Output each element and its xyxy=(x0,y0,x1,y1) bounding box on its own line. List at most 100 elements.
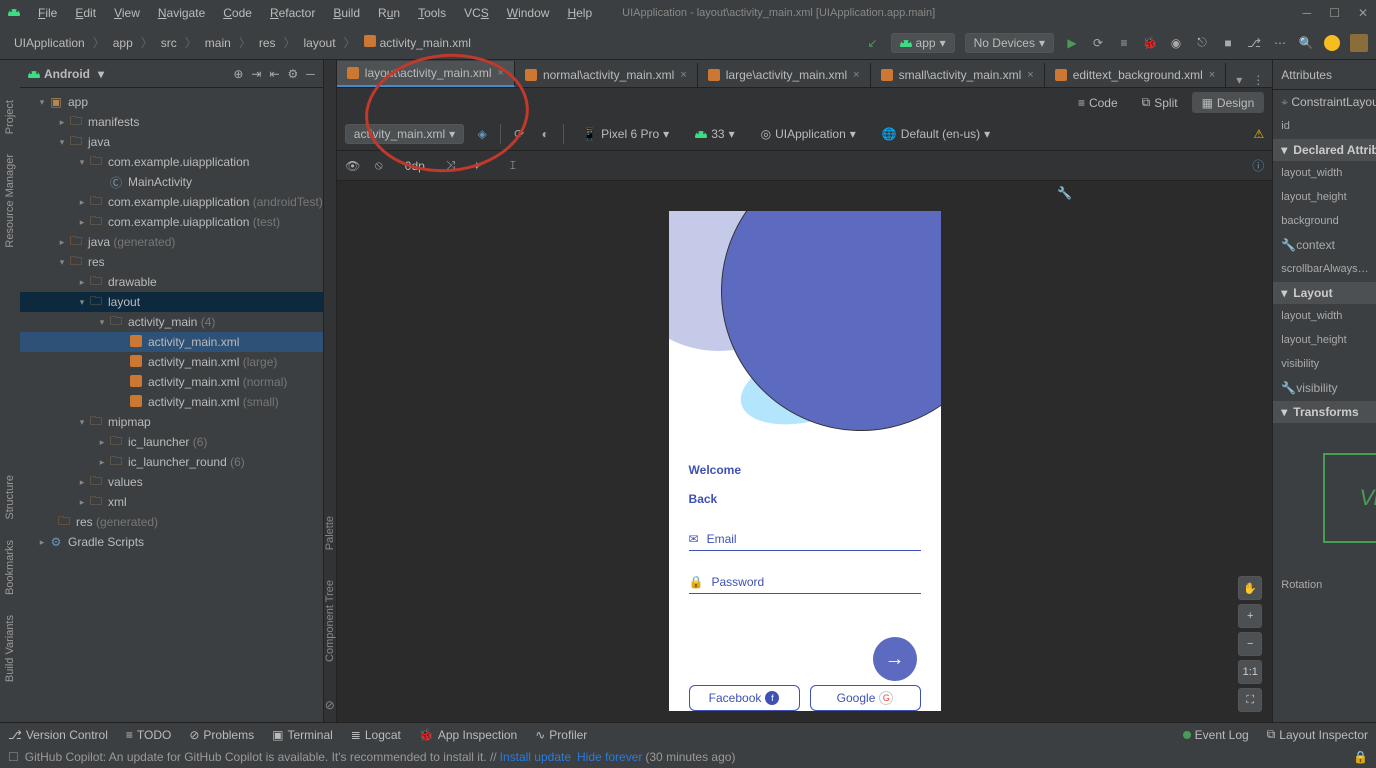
sync-icon[interactable]: ↙ xyxy=(865,35,881,51)
more-icon[interactable]: ⋯ xyxy=(1272,35,1288,51)
left-toolwindow-stripe: Project Resource Manager Structure Bookm… xyxy=(0,60,20,722)
pan-button[interactable]: ✋ xyxy=(1238,576,1262,600)
breadcrumb[interactable]: app xyxy=(107,34,139,52)
disable-tooltip-icon[interactable]: ⦸ xyxy=(371,158,387,174)
user-avatar[interactable] xyxy=(1350,34,1368,52)
menu-build[interactable]: Build xyxy=(325,4,368,22)
problems-tab[interactable]: ⊘Problems xyxy=(189,728,254,742)
tool-resource-manager[interactable]: Resource Manager xyxy=(4,144,16,258)
menu-vcs[interactable]: VCS xyxy=(456,4,497,22)
tool-build-variants[interactable]: Build Variants xyxy=(4,605,16,692)
attach-icon[interactable]: ⎋ xyxy=(1194,35,1210,51)
infer-constraints-icon[interactable]: ✦ xyxy=(469,158,485,174)
night-icon[interactable]: ◐ xyxy=(537,126,553,142)
design-mode-button[interactable]: ▦Design xyxy=(1192,92,1265,113)
menu-edit[interactable]: Edit xyxy=(67,4,104,22)
tool-project[interactable]: Project xyxy=(4,90,16,144)
notification-icon[interactable] xyxy=(1324,35,1340,51)
app-inspection-tab[interactable]: 🐞App Inspection xyxy=(419,728,517,742)
api-picker[interactable]: 33▾ xyxy=(687,125,742,143)
todo-tab[interactable]: ≡TODO xyxy=(126,728,171,742)
event-log-tab[interactable]: Event Log xyxy=(1183,727,1249,742)
clear-constraints-icon[interactable]: ⤨ xyxy=(443,158,459,174)
menu-help[interactable]: Help xyxy=(559,4,600,22)
layout-inspector-tab[interactable]: ⧉Layout Inspector xyxy=(1267,727,1368,742)
menu-window[interactable]: Window xyxy=(499,4,558,22)
orientation-icon[interactable]: ⟳ xyxy=(511,126,527,142)
layout-icon[interactable]: ◈ xyxy=(474,126,490,142)
default-margin[interactable]: 0dp xyxy=(397,157,433,175)
tool-structure[interactable]: Structure xyxy=(4,465,16,530)
terminal-tab[interactable]: ▣Terminal xyxy=(272,728,333,742)
zoom-in-button[interactable]: + xyxy=(1238,604,1262,628)
stop-icon[interactable]: ■ xyxy=(1220,35,1236,51)
profile-icon[interactable]: ≡ xyxy=(1116,35,1132,51)
run-button[interactable]: ▶ xyxy=(1064,35,1080,51)
warnings-icon[interactable]: ⚠ xyxy=(1254,127,1265,141)
expand-icon[interactable]: ⇤ xyxy=(269,67,279,81)
menu-run[interactable]: Run xyxy=(370,4,408,22)
project-view-selector[interactable]: Android▾ xyxy=(28,67,104,81)
profiler-tab[interactable]: ∿Profiler xyxy=(535,728,587,742)
device-selector[interactable]: No Devices▾ xyxy=(965,33,1054,53)
breadcrumb[interactable]: activity_main.xml xyxy=(358,33,477,52)
guidelines-icon[interactable]: 𝙸 xyxy=(505,158,521,174)
collapse-icon[interactable]: ⇥ xyxy=(251,67,261,81)
wrench-icon[interactable]: 🔧 xyxy=(1057,186,1072,200)
breadcrumb[interactable]: res xyxy=(253,34,282,52)
lock-icon[interactable]: 🔒 xyxy=(1353,750,1368,764)
hide-icon[interactable]: ─ xyxy=(306,67,315,81)
bug-icon[interactable]: 🐞 xyxy=(1142,35,1158,51)
warning-icon[interactable]: ⊘ xyxy=(325,698,335,712)
status-icon[interactable]: ☐ xyxy=(8,750,19,764)
zoom-fit-button[interactable]: 1:1 xyxy=(1238,660,1262,684)
close-button[interactable]: ✕ xyxy=(1358,6,1368,20)
install-update-link[interactable]: Install update xyxy=(500,750,571,764)
locale-picker[interactable]: 🌐Default (en-us)▾ xyxy=(874,125,998,143)
logcat-tab[interactable]: ≣Logcat xyxy=(351,728,401,742)
menu-navigate[interactable]: Navigate xyxy=(150,4,213,22)
theme-picker[interactable]: ◎UIApplication▾ xyxy=(753,125,864,143)
version-control-tab[interactable]: ⎇Version Control xyxy=(8,728,108,742)
coverage-icon[interactable]: ◉ xyxy=(1168,35,1184,51)
git-icon[interactable]: ⎇ xyxy=(1246,35,1262,51)
palette-tab[interactable]: Palette xyxy=(324,516,336,550)
component-tree-tab[interactable]: Component Tree xyxy=(324,580,336,662)
view-options-icon[interactable]: 👁 xyxy=(345,158,361,174)
minimize-button[interactable]: ─ xyxy=(1303,6,1312,20)
editor-tab[interactable]: normal\activity_main.xml× xyxy=(515,63,698,87)
menu-file[interactable]: File xyxy=(30,4,65,22)
search-icon[interactable]: 🔍 xyxy=(1298,35,1314,51)
menu-refactor[interactable]: Refactor xyxy=(262,4,323,22)
device-picker[interactable]: 📱Pixel 6 Pro▾ xyxy=(574,125,677,143)
maximize-button[interactable]: ☐ xyxy=(1329,6,1340,20)
gear-icon[interactable]: ⚙ xyxy=(288,67,299,81)
editor-tab[interactable]: edittext_background.xml× xyxy=(1045,63,1227,87)
run-config-selector[interactable]: app▾ xyxy=(891,33,955,53)
breadcrumb[interactable]: layout xyxy=(298,34,342,52)
project-tree[interactable]: ▾▣app ▸🗀manifests ▾🗀java ▾🗀com.example.u… xyxy=(20,88,323,722)
editor-tab[interactable]: large\activity_main.xml× xyxy=(698,63,871,87)
split-mode-button[interactable]: ⧉Split xyxy=(1132,92,1188,113)
breadcrumb[interactable]: UIApplication xyxy=(8,34,91,52)
file-selector[interactable]: activity_main.xml▾ xyxy=(345,124,464,144)
code-mode-button[interactable]: ≡Code xyxy=(1068,92,1128,113)
debug-icon[interactable]: ⟳ xyxy=(1090,35,1106,51)
breadcrumb[interactable]: main xyxy=(199,34,237,52)
zoom-reset-button[interactable]: ⛶ xyxy=(1238,688,1262,712)
editor-tab[interactable]: layout\activity_main.xml× xyxy=(337,61,515,87)
tool-bookmarks[interactable]: Bookmarks xyxy=(4,530,16,605)
editor-tab[interactable]: small\activity_main.xml× xyxy=(871,63,1045,87)
design-canvas[interactable]: 🔧 WelcomeBack ✉Email 🔒Password → Faceboo… xyxy=(337,181,1272,722)
hide-forever-link[interactable]: Hide forever xyxy=(577,750,642,764)
menu-view[interactable]: View xyxy=(106,4,148,22)
locate-icon[interactable]: ⊕ xyxy=(233,67,243,81)
tab-more-icon[interactable]: ⋮ xyxy=(1252,73,1264,87)
breadcrumb[interactable]: src xyxy=(155,34,183,52)
help-icon[interactable]: ⓘ xyxy=(1252,157,1264,174)
menu-tools[interactable]: Tools xyxy=(410,4,454,22)
menu-code[interactable]: Code xyxy=(215,4,260,22)
device-preview[interactable]: WelcomeBack ✉Email 🔒Password → Facebookf… xyxy=(669,211,941,711)
zoom-out-button[interactable]: − xyxy=(1238,632,1262,656)
tab-dropdown-icon[interactable]: ▾ xyxy=(1236,73,1242,87)
